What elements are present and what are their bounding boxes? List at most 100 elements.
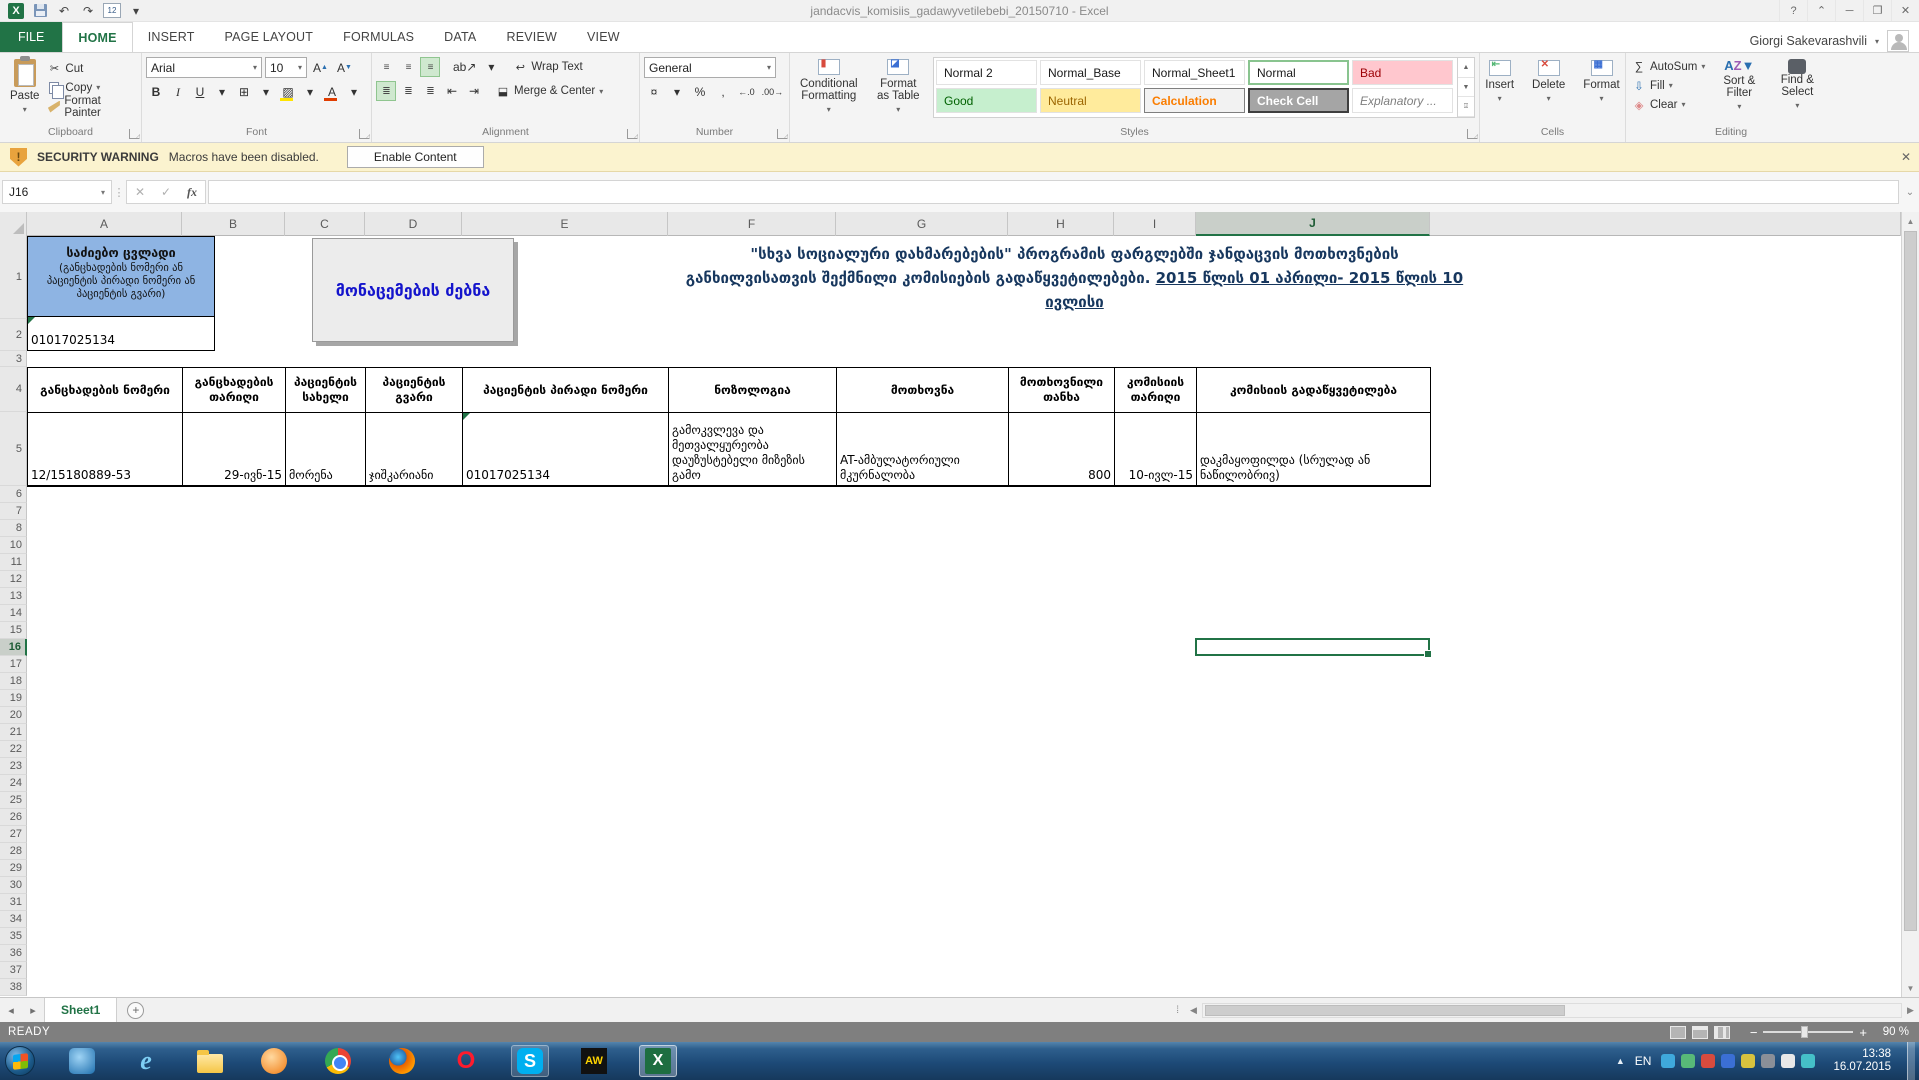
table-header-B[interactable]: განცხადების თარიღი [183, 368, 286, 413]
font-color-dropdown[interactable]: ▾ [344, 82, 364, 102]
page-break-view-icon[interactable] [1714, 1026, 1730, 1039]
taskbar-abbyy-aw-icon[interactable]: AW [575, 1045, 613, 1077]
tab-insert[interactable]: INSERT [133, 22, 210, 52]
confirm-entry-icon[interactable]: ✓ [153, 185, 179, 199]
name-box[interactable]: J16▾ [2, 180, 112, 204]
clear-button[interactable]: ◈ Clear▾ [1630, 95, 1707, 114]
row-header-16[interactable]: 16 [0, 639, 27, 656]
scroll-down-icon[interactable]: ▼ [1902, 979, 1919, 997]
bold-button[interactable]: B [146, 82, 166, 102]
help-icon[interactable]: ? [1779, 0, 1807, 21]
row-header-21[interactable]: 21 [0, 724, 27, 741]
bottom-align-button[interactable]: ≡ [420, 57, 440, 77]
column-header-J[interactable]: J [1196, 212, 1430, 236]
search-variable-cell[interactable]: საძიებო ცვლადი (განცხადების ნომერი ან პა… [27, 236, 215, 351]
tray-icon-1[interactable] [1661, 1054, 1675, 1068]
table-cell-I5[interactable]: 10-ივლ-15 [1115, 413, 1197, 487]
zoom-level[interactable]: 90 % [1873, 1026, 1909, 1038]
merge-center-button[interactable]: ⬓ Merge & Center▾ [494, 82, 605, 101]
name-box-dropdown-icon[interactable]: ▾ [101, 188, 105, 197]
page-layout-view-icon[interactable] [1692, 1026, 1708, 1039]
search-value-cell[interactable]: 01017025134 [27, 317, 215, 351]
row-header-25[interactable]: 25 [0, 792, 27, 809]
column-header-A[interactable]: A [27, 212, 182, 236]
row-header-20[interactable]: 20 [0, 707, 27, 724]
sheet-tab-sheet1[interactable]: Sheet1 [44, 998, 117, 1022]
customize-quick-access-icon[interactable]: ▾ [126, 2, 146, 20]
taskbar-explorer-folder-icon[interactable] [191, 1045, 229, 1077]
top-align-button[interactable]: ≡ [376, 57, 396, 77]
row-header-13[interactable]: 13 [0, 588, 27, 605]
horizontal-scroll-track[interactable] [1202, 1003, 1902, 1018]
table-header-F[interactable]: ნოზოლოგია [669, 368, 837, 413]
accounting-format-dropdown[interactable]: ▾ [667, 82, 687, 102]
delete-cells-button[interactable]: ✕ Delete▾ [1524, 57, 1573, 106]
excel-logo-icon[interactable]: X [6, 2, 26, 20]
row-header-10[interactable]: 10 [0, 537, 27, 554]
row-header-19[interactable]: 19 [0, 690, 27, 707]
expand-formula-bar-icon[interactable]: ⌄ [1901, 187, 1919, 198]
styles-scroll-down-icon[interactable]: ▼ [1458, 78, 1474, 98]
row-header-17[interactable]: 17 [0, 656, 27, 673]
underline-dropdown[interactable]: ▾ [212, 82, 232, 102]
table-header-E[interactable]: პაციენტის პირადი ნომერი [463, 368, 669, 413]
table-cell-B5[interactable]: 29-ივნ-15 [183, 413, 286, 487]
zoom-track[interactable] [1763, 1031, 1853, 1033]
table-cell-J5[interactable]: დაკმაყოფილდა (სრულად ან ნაწილობრივ) [1197, 413, 1431, 487]
tab-home[interactable]: HOME [62, 22, 132, 52]
cancel-entry-icon[interactable]: ✕ [127, 185, 153, 199]
styles-gallery-scrollbar[interactable]: ▲ ▼ ⍗ [1457, 58, 1474, 117]
row-header-12[interactable]: 12 [0, 571, 27, 588]
fill-button[interactable]: ⇩ Fill▾ [1630, 76, 1707, 95]
show-desktop-button[interactable] [1907, 1042, 1915, 1080]
scroll-up-icon[interactable]: ▲ [1902, 212, 1919, 230]
close-icon[interactable]: ✕ [1891, 0, 1919, 21]
middle-align-button[interactable]: ≡ [398, 57, 418, 77]
row-header-22[interactable]: 22 [0, 741, 27, 758]
clipboard-dialog-launcher[interactable] [129, 129, 139, 139]
select-all-corner[interactable] [0, 212, 27, 236]
sort-filter-button[interactable]: AZ▼ Sort & Filter▾ [1713, 57, 1765, 113]
tray-icon-3[interactable] [1701, 1054, 1715, 1068]
grow-font-button[interactable]: A▲ [310, 58, 331, 78]
cell-style-normal-base[interactable]: Normal_Base [1040, 60, 1141, 85]
row-header-6[interactable]: 6 [0, 486, 27, 503]
orientation-dropdown[interactable]: ▾ [481, 57, 501, 77]
tray-icon-2[interactable] [1681, 1054, 1695, 1068]
number-format-select[interactable]: General▾ [644, 57, 776, 78]
find-select-button[interactable]: Find & Select▾ [1771, 57, 1823, 112]
align-right-button[interactable]: ≣ [420, 81, 440, 101]
vertical-scroll-thumb[interactable] [1904, 231, 1917, 931]
start-button[interactable] [5, 1046, 35, 1076]
scroll-left-icon[interactable]: ◀ [1185, 1005, 1202, 1016]
table-header-D[interactable]: პაციენტის გვარი [366, 368, 463, 413]
row-header-38[interactable]: 38 [0, 979, 27, 996]
format-painter-button[interactable]: Format Painter [45, 97, 137, 116]
account-area[interactable]: Giorgi Sakevarashvili ▾ [1750, 30, 1919, 52]
selected-cell-J16[interactable] [1195, 638, 1430, 656]
taskbar-excel-icon[interactable]: X [639, 1045, 677, 1077]
row-header-37[interactable]: 37 [0, 962, 27, 979]
cell-style-bad[interactable]: Bad [1352, 60, 1453, 85]
horizontal-scrollbar[interactable]: ⁞ ◀ ▶ [1170, 998, 1919, 1022]
taskbar-media-player-icon[interactable] [63, 1045, 101, 1077]
row-header-30[interactable]: 30 [0, 877, 27, 894]
tray-icon-4[interactable] [1721, 1054, 1735, 1068]
zoom-in-icon[interactable]: + [1859, 1025, 1867, 1040]
alignment-dialog-launcher[interactable] [627, 129, 637, 139]
orientation-button[interactable]: ab↗ [450, 57, 479, 77]
enable-content-button[interactable]: Enable Content [347, 146, 484, 168]
row-header-28[interactable]: 28 [0, 843, 27, 860]
italic-button[interactable]: I [168, 82, 188, 102]
row-header-7[interactable]: 7 [0, 503, 27, 520]
accounting-format-button[interactable]: ¤ [644, 82, 664, 102]
cell-style-check-cell[interactable]: Check Cell [1248, 88, 1349, 113]
table-header-A[interactable]: განცხადების ნომერი [28, 368, 183, 413]
table-cell-C5[interactable]: მორენა [286, 413, 366, 487]
vertical-scrollbar[interactable]: ▲ ▼ [1901, 212, 1919, 997]
row-header-11[interactable]: 11 [0, 554, 27, 571]
row-header-3[interactable]: 3 [0, 351, 27, 367]
row-header-29[interactable]: 29 [0, 860, 27, 877]
cell-style-normal-sheet1[interactable]: Normal_Sheet1 [1144, 60, 1245, 85]
decrease-indent-button[interactable]: ⇤ [442, 81, 462, 101]
